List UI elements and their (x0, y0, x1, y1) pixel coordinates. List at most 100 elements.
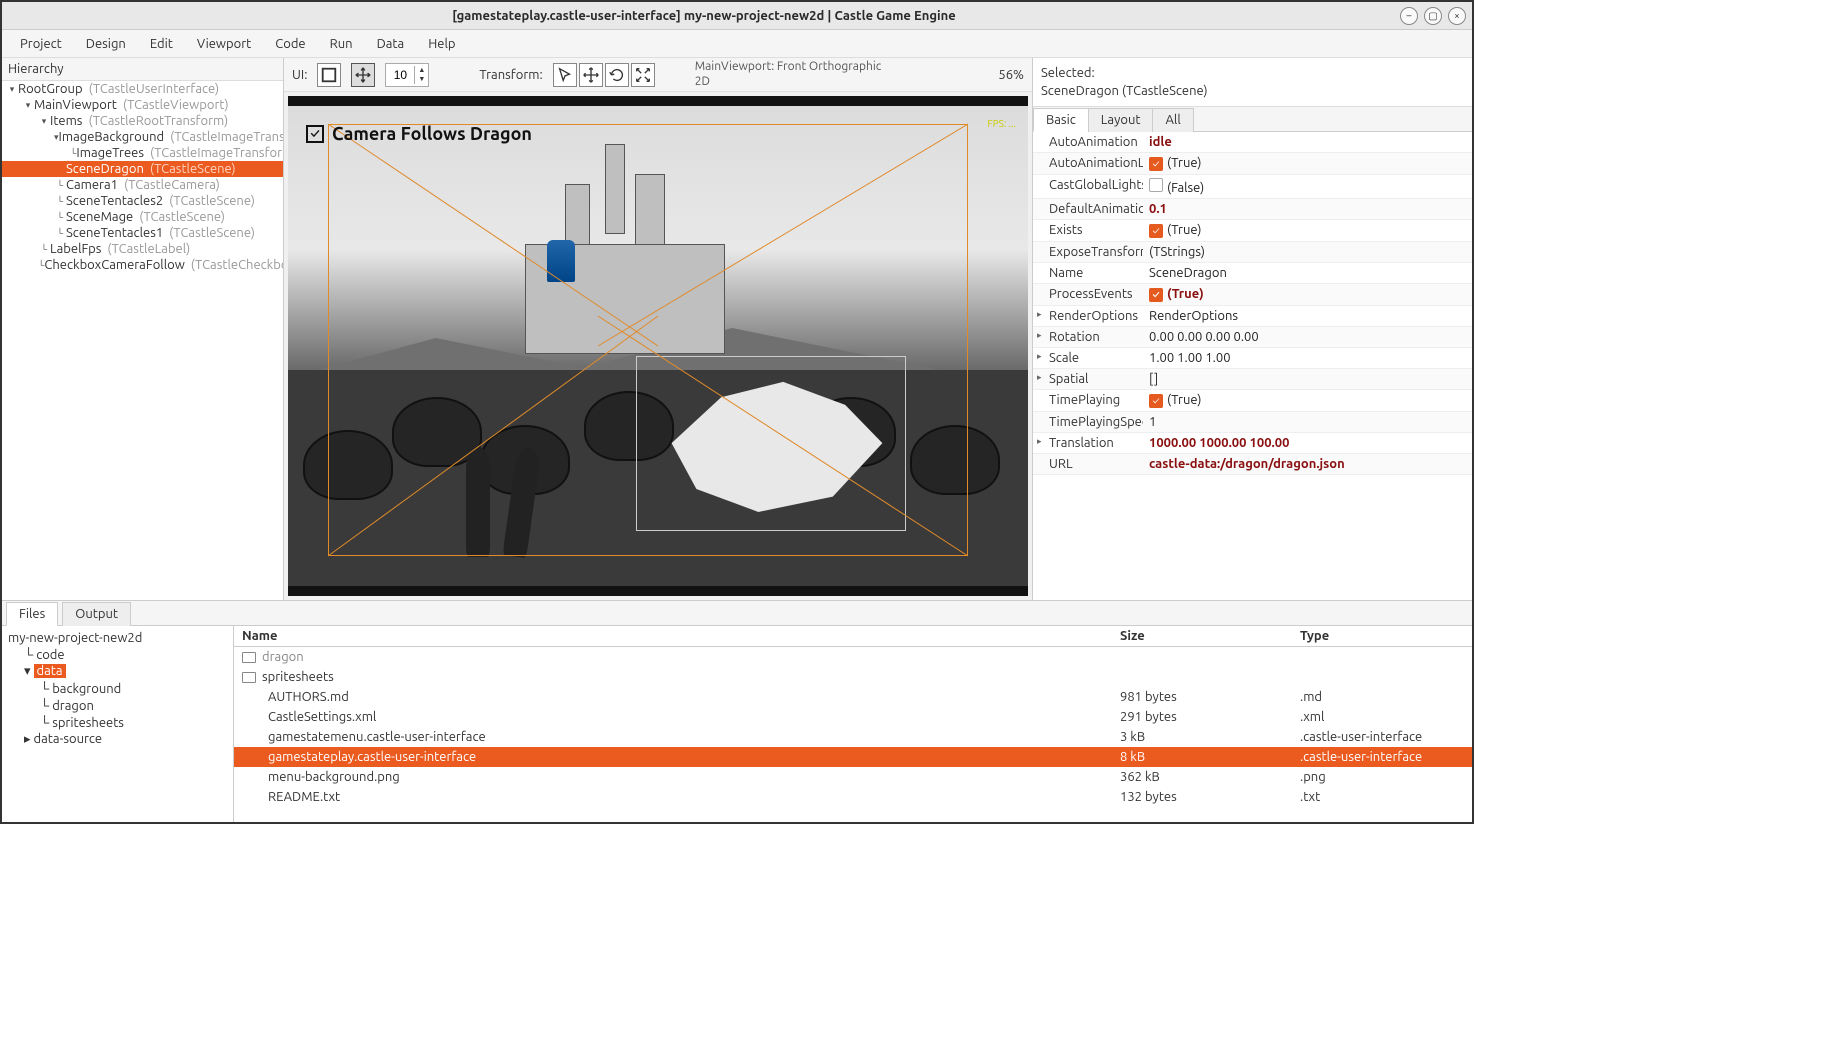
folder-icon (242, 672, 256, 683)
viewport[interactable]: ✓ Camera Follows Dragon FPS: ... (288, 96, 1028, 596)
close-button[interactable]: × (1448, 7, 1466, 25)
tab-output[interactable]: Output (62, 602, 131, 626)
dir-tree-item[interactable]: └ code (6, 646, 229, 663)
file-list-header: Name Size Type (234, 626, 1472, 647)
hierarchy-item[interactable]: SceneDragon(TCastleScene) (2, 161, 283, 177)
col-name[interactable]: Name (234, 626, 1112, 646)
spin-down[interactable]: ▼ (415, 75, 428, 84)
property-grid[interactable]: AutoAnimationidleAutoAnimationLoop✓(True… (1033, 132, 1472, 600)
window-title: [gamestateplay.castle-user-interface] my… (8, 9, 1400, 23)
zoom-percent: 56% (998, 68, 1024, 82)
selected-label: Selected: (1041, 64, 1464, 82)
camera-frustum (328, 124, 968, 556)
move-cross-icon (354, 66, 372, 84)
fps-label: FPS: ... (987, 118, 1016, 129)
dir-tree-item[interactable]: └ dragon (6, 697, 229, 714)
transform-select-button[interactable] (553, 63, 577, 87)
transform-move-button[interactable] (579, 63, 603, 87)
hierarchy-panel: Hierarchy ▾RootGroup(TCastleUserInterfac… (2, 58, 284, 600)
ui-select-rect-button[interactable] (317, 63, 341, 87)
ui-move-button[interactable] (351, 63, 375, 87)
dir-tree-item[interactable]: ▾ data (6, 663, 229, 680)
tab-all[interactable]: All (1152, 108, 1193, 132)
menu-code[interactable]: Code (263, 33, 317, 55)
file-row[interactable]: dragon (234, 647, 1472, 667)
hierarchy-item[interactable]: ▾MainViewport(TCastleViewport) (2, 97, 283, 113)
file-row[interactable]: gamestatemenu.castle-user-interface3 kB.… (234, 727, 1472, 747)
file-list: Name Size Type dragonspritesheetsAUTHORS… (234, 626, 1472, 822)
hierarchy-item[interactable]: └ImageTrees(TCastleImageTransform) (2, 145, 283, 161)
dir-tree-item[interactable]: ▸ data-source (6, 731, 229, 748)
menu-edit[interactable]: Edit (138, 33, 185, 55)
bottom-body: my-new-project-new2d└ code▾ data└ backgr… (2, 626, 1472, 822)
property-row[interactable]: TimePlaying✓(True) (1033, 390, 1472, 412)
property-row[interactable]: URLcastle-data:/dragon/dragon.json (1033, 454, 1472, 475)
transform-rotate-button[interactable] (605, 63, 629, 87)
file-row[interactable]: spritesheets (234, 667, 1472, 687)
property-row[interactable]: ExposeTransforms(TStrings) (1033, 242, 1472, 263)
property-row[interactable]: ▸Rotation0.00 0.00 0.00 0.00 (1033, 327, 1472, 348)
spin-up[interactable]: ▲ (415, 66, 428, 75)
property-row[interactable]: ▸Translation1000.00 1000.00 100.00 (1033, 433, 1472, 454)
menu-project[interactable]: Project (8, 33, 74, 55)
file-row[interactable]: README.txt132 bytes.txt (234, 787, 1472, 807)
viewport-scene: ✓ Camera Follows Dragon FPS: ... (288, 106, 1028, 586)
tab-layout[interactable]: Layout (1088, 108, 1154, 132)
hierarchy-item[interactable]: ▾ImageBackground(TCastleImageTransform) (2, 129, 283, 145)
property-row[interactable]: CastGlobalLights(False) (1033, 175, 1472, 199)
hierarchy-item[interactable]: └SceneTentacles2(TCastleScene) (2, 193, 283, 209)
dir-tree-item[interactable]: └ background (6, 680, 229, 697)
hierarchy-item[interactable]: ▾Items(TCastleRootTransform) (2, 113, 283, 129)
hierarchy-item[interactable]: └LabelFps(TCastleLabel) (2, 241, 283, 257)
hierarchy-item[interactable]: └SceneTentacles1(TCastleScene) (2, 225, 283, 241)
minimize-button[interactable]: – (1400, 7, 1418, 25)
rotate-icon (608, 66, 626, 84)
property-row[interactable]: ProcessEvents✓(True) (1033, 284, 1472, 306)
camera-follow-label: Camera Follows Dragon (332, 124, 532, 144)
hierarchy-tree[interactable]: ▾RootGroup(TCastleUserInterface)▾MainVie… (2, 81, 283, 600)
property-row[interactable]: ▸Scale1.00 1.00 1.00 (1033, 348, 1472, 369)
property-row[interactable]: AutoAnimationidle (1033, 132, 1472, 153)
dir-tree-item[interactable]: └ spritesheets (6, 714, 229, 731)
hierarchy-item[interactable]: └Camera1(TCastleCamera) (2, 177, 283, 193)
inspector-tabs: Basic Layout All (1033, 107, 1472, 132)
tab-basic[interactable]: Basic (1033, 108, 1089, 132)
file-row[interactable]: menu-background.png362 kB.png (234, 767, 1472, 787)
property-row[interactable]: ▸RenderOptionsRenderOptions (1033, 306, 1472, 327)
window-controls: – ▢ × (1400, 7, 1466, 25)
selected-value: SceneDragon (TCastleScene) (1041, 82, 1464, 100)
menu-data[interactable]: Data (365, 33, 417, 55)
property-row[interactable]: Exists✓(True) (1033, 220, 1472, 242)
hierarchy-item[interactable]: ▾RootGroup(TCastleUserInterface) (2, 81, 283, 97)
app-window: [gamestateplay.castle-user-interface] my… (0, 0, 1474, 824)
ui-grid-spin[interactable]: ▲▼ (385, 63, 429, 87)
hierarchy-item[interactable]: └SceneMage(TCastleScene) (2, 209, 283, 225)
viewport-info-line1: MainViewport: Front Orthographic (695, 60, 882, 74)
col-size[interactable]: Size (1112, 626, 1292, 646)
menubar: Project Design Edit Viewport Code Run Da… (2, 30, 1472, 58)
property-row[interactable]: AutoAnimationLoop✓(True) (1033, 153, 1472, 175)
dir-tree-item[interactable]: my-new-project-new2d (6, 630, 229, 646)
directory-tree[interactable]: my-new-project-new2d└ code▾ data└ backgr… (2, 626, 234, 822)
property-row[interactable]: TimePlayingSpeed1 (1033, 412, 1472, 433)
file-row[interactable]: gamestateplay.castle-user-interface8 kB.… (234, 747, 1472, 767)
main-area: Hierarchy ▾RootGroup(TCastleUserInterfac… (2, 58, 1472, 600)
col-type[interactable]: Type (1292, 626, 1472, 646)
tab-files[interactable]: Files (6, 602, 58, 626)
file-rows[interactable]: dragonspritesheetsAUTHORS.md981 bytes.md… (234, 647, 1472, 822)
property-row[interactable]: ▸Spatial[] (1033, 369, 1472, 390)
hierarchy-item[interactable]: └CheckboxCameraFollow(TCastleCheckbox) (2, 257, 283, 273)
menu-viewport[interactable]: Viewport (185, 33, 263, 55)
transform-scale-button[interactable] (631, 63, 655, 87)
menu-run[interactable]: Run (318, 33, 365, 55)
file-row[interactable]: AUTHORS.md981 bytes.md (234, 687, 1472, 707)
camera-follow-checkbox[interactable]: ✓ Camera Follows Dragon (306, 124, 532, 144)
cursor-icon (556, 66, 574, 84)
property-row[interactable]: NameSceneDragon (1033, 263, 1472, 284)
menu-help[interactable]: Help (416, 33, 467, 55)
maximize-button[interactable]: ▢ (1424, 7, 1442, 25)
ui-grid-value[interactable] (386, 68, 414, 82)
property-row[interactable]: DefaultAnimationTransition0.1 (1033, 199, 1472, 220)
menu-design[interactable]: Design (74, 33, 138, 55)
file-row[interactable]: CastleSettings.xml291 bytes.xml (234, 707, 1472, 727)
